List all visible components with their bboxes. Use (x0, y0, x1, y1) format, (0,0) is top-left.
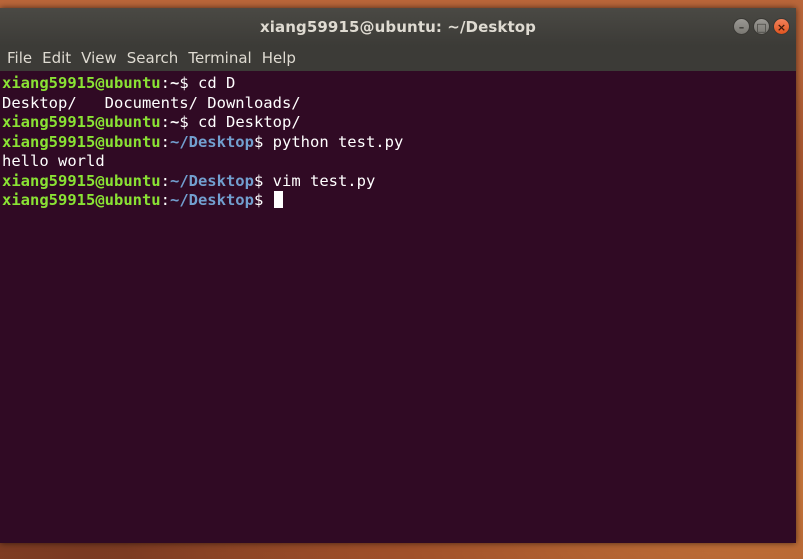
command-text: python test.py (272, 132, 404, 151)
menu-help[interactable]: Help (257, 46, 301, 71)
prompt-line: xiang59915@ubuntu:~/Desktop$ (2, 191, 796, 211)
prompt-path: ~ (169, 74, 180, 92)
prompt-user: xiang59915@ubuntu (2, 113, 161, 131)
prompt-path: ~/Desktop (169, 171, 254, 190)
menu-bar: File Edit View Search Terminal Help (0, 46, 796, 71)
menu-search[interactable]: Search (122, 46, 184, 71)
command-text: cd D (198, 74, 236, 92)
prompt-user: xiang59915@ubuntu (2, 191, 161, 209)
menu-view[interactable]: View (76, 46, 122, 71)
prompt-path: ~/Desktop (169, 191, 254, 209)
title-bar[interactable]: xiang59915@ubuntu: ~/Desktop – □ × (0, 8, 796, 46)
prompt-path: ~ (169, 113, 180, 131)
menu-terminal[interactable]: Terminal (183, 46, 256, 71)
minimize-icon[interactable]: – (733, 18, 750, 35)
prompt-line: xiang59915@ubuntu:~$ cd Desktop/ (2, 113, 301, 131)
prompt-user: xiang59915@ubuntu (2, 171, 161, 190)
terminal-output[interactable]: xiang59915@ubuntu:~$ cd D Desktop/ Docume… (0, 71, 796, 543)
menu-edit[interactable]: Edit (37, 46, 76, 71)
prompt-line: xiang59915@ubuntu:~/Desktop$ python test… (2, 132, 404, 151)
prompt-line: xiang59915@ubuntu:~$ cd D (2, 74, 236, 92)
menu-file[interactable]: File (2, 46, 37, 71)
output-line: Desktop/ Documents/ Downloads/ (2, 94, 796, 114)
command-text: cd Desktop/ (198, 113, 301, 131)
prompt-user: xiang59915@ubuntu (2, 132, 161, 151)
scrollbar[interactable] (792, 71, 796, 543)
output-line: hello world (2, 152, 796, 172)
prompt-path: ~/Desktop (169, 132, 254, 151)
close-icon[interactable]: × (773, 18, 790, 35)
terminal-window[interactable]: xiang59915@ubuntu: ~/Desktop – □ × File … (0, 8, 796, 543)
output-text: hello world (2, 152, 105, 170)
maximize-icon[interactable]: □ (753, 18, 770, 35)
terminal-cursor (273, 191, 283, 208)
prompt-user: xiang59915@ubuntu (2, 74, 161, 92)
prompt-line: xiang59915@ubuntu:~/Desktop$ vim test.py (2, 171, 376, 190)
command-text: vim test.py (272, 171, 376, 190)
output-text: Desktop/ Documents/ Downloads/ (2, 93, 301, 112)
window-controls: – □ × (733, 18, 790, 35)
window-title: xiang59915@ubuntu: ~/Desktop (260, 18, 536, 36)
